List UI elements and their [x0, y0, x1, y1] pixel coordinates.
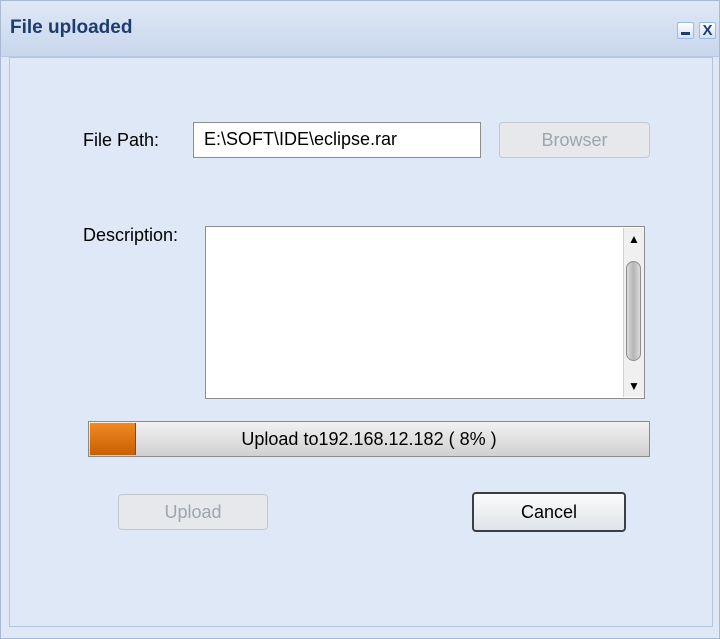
- browse-button[interactable]: Browser: [499, 122, 650, 158]
- upload-progress-bar: Upload to192.168.12.182 ( 8% ): [88, 421, 650, 457]
- dialog-body: File Path: E:\SOFT\IDE\eclipse.rar Brows…: [9, 57, 713, 627]
- close-button[interactable]: X: [699, 22, 716, 39]
- file-upload-window: File uploaded X File Path: E:\SOFT\IDE\e…: [0, 0, 720, 639]
- file-path-label: File Path:: [83, 130, 160, 150]
- window-title: File uploaded: [10, 17, 133, 38]
- minimize-button[interactable]: [677, 22, 694, 39]
- minimize-icon: [681, 32, 690, 35]
- close-icon: X: [702, 22, 713, 39]
- cancel-button[interactable]: Cancel: [472, 492, 626, 532]
- window-titlebar[interactable]: File uploaded X: [1, 1, 719, 57]
- scroll-up-icon[interactable]: ▲: [628, 232, 640, 246]
- file-path-value: E:\SOFT\IDE\eclipse.rar: [204, 129, 398, 149]
- file-path-input[interactable]: E:\SOFT\IDE\eclipse.rar: [193, 122, 481, 158]
- description-scrollbar[interactable]: ▲ ▼: [623, 228, 644, 397]
- scroll-down-icon[interactable]: ▼: [628, 379, 640, 393]
- upload-button[interactable]: Upload: [118, 494, 268, 530]
- description-textarea[interactable]: ▲ ▼: [205, 226, 645, 399]
- scrollbar-thumb[interactable]: [626, 261, 641, 361]
- description-label: Description:: [83, 225, 179, 245]
- upload-progress-text: Upload to192.168.12.182 ( 8% ): [241, 429, 497, 449]
